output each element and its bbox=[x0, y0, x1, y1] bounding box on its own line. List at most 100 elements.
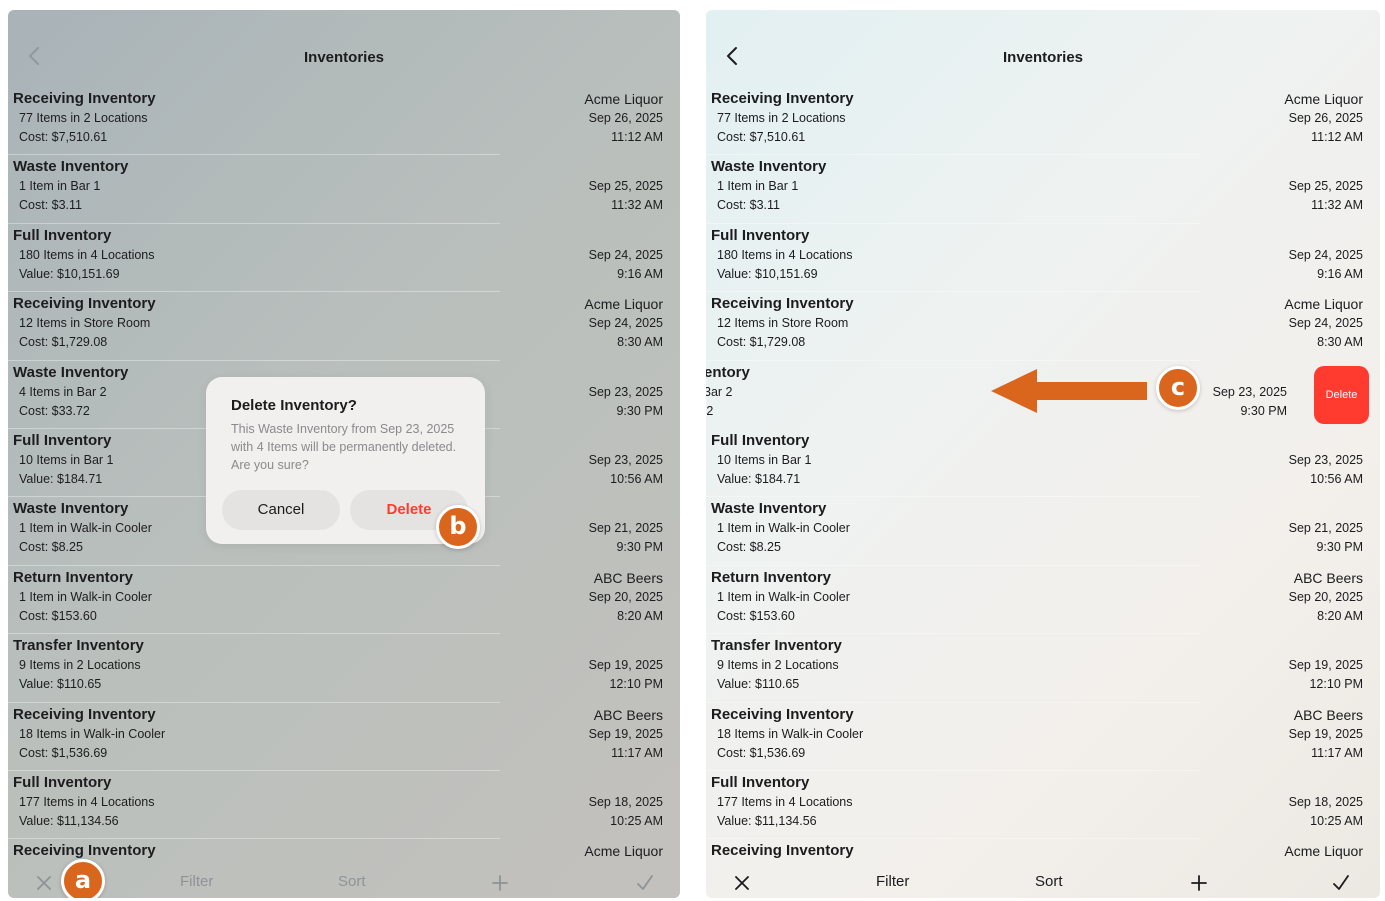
list-item[interactable]: Receiving Inventory 18 Items in Walk-in C… bbox=[706, 704, 1380, 772]
list-item[interactable]: Full Inventory 177 Items in 4 Locations Va… bbox=[706, 772, 1380, 840]
plus-icon[interactable] bbox=[1189, 873, 1209, 893]
list-item[interactable]: Transfer Inventory 9 Items in 2 Locations… bbox=[706, 635, 1380, 703]
row-time: 11:32 AM bbox=[1311, 198, 1363, 213]
row-time: 9:30 PM bbox=[616, 540, 663, 555]
row-divider bbox=[706, 633, 1200, 635]
row-divider bbox=[706, 769, 1200, 771]
row-time: 8:30 AM bbox=[1317, 335, 1363, 350]
row-divider bbox=[8, 359, 500, 361]
row-divider bbox=[706, 564, 1200, 566]
row-time: 11:17 AM bbox=[1311, 745, 1363, 760]
row-date: Sep 24, 2025 bbox=[1288, 316, 1363, 331]
row-cost: Value: $10,151.69 bbox=[717, 266, 818, 281]
list-item[interactable]: Transfer Inventory 9 Items in 2 Locations… bbox=[8, 635, 680, 703]
list-item[interactable]: Full Inventory 177 Items in 4 Locations Va… bbox=[8, 772, 680, 840]
row-vendor: ABC Beers bbox=[593, 706, 663, 723]
list-item[interactable]: Receiving Inventory 77 Items in 2 Locatio… bbox=[8, 88, 680, 156]
list-item[interactable]: Full Inventory 180 Items in 4 Locations Va… bbox=[706, 225, 1380, 293]
row-subtitle: 10 Items in Bar 1 bbox=[717, 452, 812, 467]
list-item[interactable]: Full Inventory 10 Items in Bar 1 Value: $1… bbox=[706, 430, 1380, 498]
plus-icon[interactable] bbox=[490, 873, 510, 893]
row-subtitle: 177 Items in 4 Locations bbox=[717, 794, 853, 809]
row-subtitle: 3ar 2 bbox=[706, 384, 733, 399]
filter-button[interactable]: Filter bbox=[876, 873, 909, 890]
row-cost: Value: $11,134.56 bbox=[717, 813, 817, 828]
callout-badge-c: c bbox=[1156, 366, 1200, 410]
row-title: Full Inventory bbox=[13, 431, 112, 449]
navigation-bar: Inventories bbox=[706, 10, 1380, 94]
right-screenshot-panel: Inventories Receiving Inventory 77 Items … bbox=[706, 10, 1380, 898]
list-item[interactable]: Receiving Inventory 12 Items in Store Roo… bbox=[706, 293, 1380, 361]
list-item[interactable]: Waste Inventory 1 Item in Walk-in Cooler C… bbox=[706, 498, 1380, 566]
row-date: Sep 24, 2025 bbox=[588, 247, 663, 262]
row-subtitle: 1 Item in Walk-in Cooler bbox=[19, 521, 152, 536]
row-divider bbox=[8, 838, 500, 840]
row-time: 8:30 AM bbox=[617, 335, 663, 350]
sort-button[interactable]: Sort bbox=[1035, 873, 1063, 890]
row-time: 11:12 AM bbox=[611, 130, 663, 144]
swipe-delete-button[interactable]: Delete bbox=[1314, 365, 1369, 424]
row-time: 10:25 AM bbox=[610, 813, 663, 828]
row-title: Transfer Inventory bbox=[13, 637, 144, 655]
row-divider bbox=[8, 769, 500, 771]
row-cost: Cost: $153.60 bbox=[19, 608, 97, 623]
row-date: Sep 19, 2025 bbox=[588, 658, 663, 673]
row-divider bbox=[8, 701, 500, 703]
row-cost: Value: $11,134.56 bbox=[19, 813, 119, 828]
row-subtitle: 1 Item in Walk-in Cooler bbox=[19, 589, 152, 604]
row-date: Sep 26, 2025 bbox=[1288, 111, 1363, 125]
list-item[interactable]: Receiving Inventory 18 Items in Walk-in C… bbox=[8, 704, 680, 772]
row-title: Full Inventory bbox=[13, 226, 112, 244]
filter-button[interactable]: Filter bbox=[180, 873, 213, 890]
row-divider bbox=[8, 222, 500, 224]
row-subtitle: 1 Item in Walk-in Cooler bbox=[717, 521, 850, 536]
row-title: Full Inventory bbox=[711, 773, 810, 791]
row-cost: Cost: $3.11 bbox=[19, 198, 83, 213]
row-subtitle: 18 Items in Walk-in Cooler bbox=[717, 726, 864, 741]
row-cost: Cost: $7,510.61 bbox=[19, 130, 108, 144]
page-title: Inventories bbox=[1002, 49, 1084, 66]
list-item[interactable]: Waste Inventory 1 Item in Bar 1 Cost: $3.1… bbox=[8, 156, 680, 224]
dialog-message: This Waste Inventory from Sep 23, 2025 w… bbox=[231, 422, 457, 472]
cancel-button[interactable]: Cancel bbox=[222, 490, 340, 530]
row-cost: Value: $184.71 bbox=[19, 471, 103, 486]
checkmark-icon[interactable] bbox=[635, 873, 655, 893]
row-time: 9:30 PM bbox=[1240, 403, 1287, 418]
arrow-left-icon bbox=[991, 369, 1147, 413]
row-vendor: Acme Liquor bbox=[584, 91, 663, 107]
close-icon[interactable] bbox=[34, 873, 54, 893]
row-title: Waste Inventory bbox=[711, 158, 827, 176]
list-item[interactable]: Receiving Inventory 77 Items in 2 Locatio… bbox=[706, 88, 1380, 156]
row-divider bbox=[8, 154, 500, 156]
close-icon[interactable] bbox=[732, 873, 752, 893]
navigation-bar: Inventories bbox=[8, 10, 680, 94]
row-title: Waste Inventory bbox=[13, 158, 129, 176]
row-title: Receiving Inventory bbox=[711, 705, 854, 723]
row-date: Sep 23, 2025 bbox=[1288, 452, 1363, 467]
list-item[interactable]: Full Inventory 180 Items in 4 Locations Va… bbox=[8, 225, 680, 293]
list-item[interactable]: Return Inventory 1 Item in Walk-in Cooler… bbox=[8, 567, 680, 635]
row-divider bbox=[706, 701, 1200, 703]
row-vendor: ABC Beers bbox=[1293, 706, 1363, 723]
row-cost: Cost: $153.60 bbox=[717, 608, 795, 623]
sort-button[interactable]: Sort bbox=[338, 873, 366, 890]
row-title: Waste Inventory bbox=[13, 500, 129, 518]
row-date: Sep 23, 2025 bbox=[1212, 384, 1287, 399]
row-time: 10:56 AM bbox=[610, 471, 663, 486]
list-item[interactable]: Receiving Inventory 12 Items in Store Roo… bbox=[8, 293, 680, 361]
row-vendor: Acme Liquor bbox=[1284, 843, 1363, 860]
row-date: Sep 18, 2025 bbox=[588, 794, 663, 809]
row-date: Sep 19, 2025 bbox=[1288, 726, 1363, 741]
row-cost: Cost: $33.72 bbox=[19, 403, 90, 418]
row-date: Sep 24, 2025 bbox=[1288, 247, 1363, 262]
list-item[interactable]: Waste Inventory 1 Item in Bar 1 Cost: $3.1… bbox=[706, 156, 1380, 224]
row-vendor: Acme Liquor bbox=[584, 843, 663, 860]
row-title: Transfer Inventory bbox=[711, 637, 842, 655]
row-cost: Cost: $1,729.08 bbox=[19, 335, 108, 350]
row-time: 8:20 AM bbox=[617, 608, 663, 623]
row-date: Sep 24, 2025 bbox=[588, 316, 663, 331]
row-vendor: ABC Beers bbox=[1293, 569, 1363, 586]
checkmark-icon[interactable] bbox=[1331, 873, 1351, 893]
row-subtitle: 9 Items in 2 Locations bbox=[717, 658, 839, 673]
list-item[interactable]: Return Inventory 1 Item in Walk-in Cooler… bbox=[706, 567, 1380, 635]
